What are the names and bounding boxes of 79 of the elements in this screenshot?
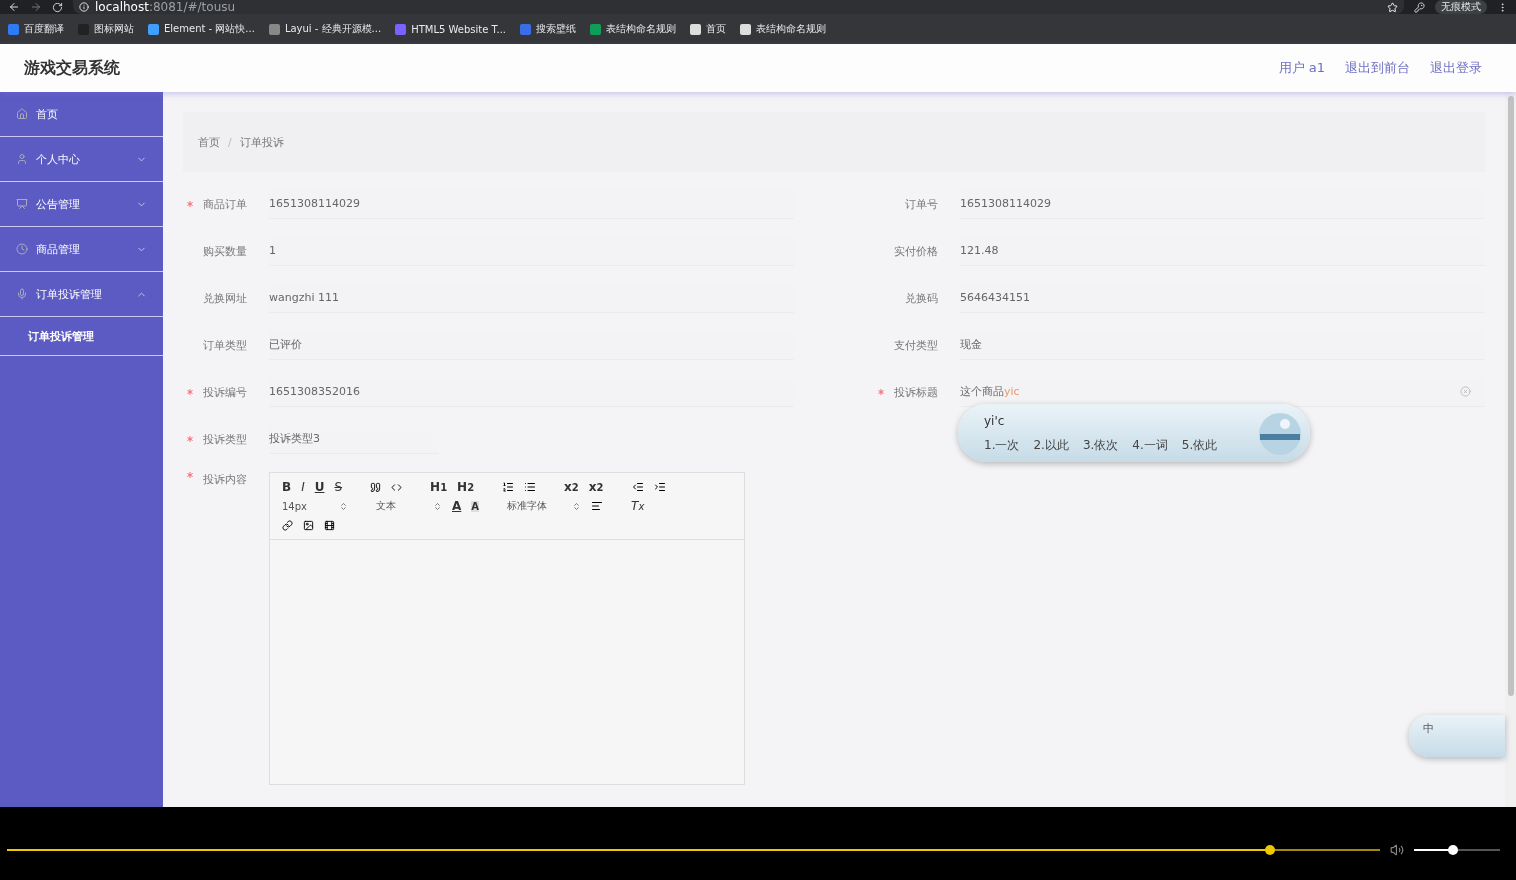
updown-icon xyxy=(433,501,442,511)
header-select[interactable]: 文本 xyxy=(376,499,442,513)
outdent-icon[interactable] xyxy=(631,481,644,493)
sidebar-subitem[interactable]: 订单投诉管理 xyxy=(0,317,163,356)
volume-icon[interactable] xyxy=(1390,843,1404,857)
field-label: 兑换码 xyxy=(904,290,938,306)
bookmark[interactable]: 搜索壁纸 xyxy=(520,22,577,36)
format-button[interactable]: U xyxy=(314,480,325,494)
sidebar-item[interactable]: 个人中心 xyxy=(0,137,163,182)
bullet-list-icon[interactable] xyxy=(524,481,537,493)
sidebar-item[interactable]: 订单投诉管理 xyxy=(0,272,163,317)
sidebar-item[interactable]: 商品管理 xyxy=(0,227,163,272)
updown-icon xyxy=(339,501,348,511)
bookmark[interactable]: 表结构命名规则 xyxy=(590,22,677,36)
scrollbar-thumb[interactable] xyxy=(1507,96,1514,696)
size-select[interactable]: 14px xyxy=(282,500,348,512)
bookmark[interactable]: Layui - 经典开源模... xyxy=(268,22,382,36)
indent-icon[interactable] xyxy=(653,481,666,493)
breadcrumb-separator: / xyxy=(228,135,232,149)
header-link[interactable]: 退出登录 xyxy=(1430,59,1482,77)
field-label: 投诉内容 xyxy=(202,472,247,487)
bookmark[interactable]: 首页 xyxy=(690,22,727,36)
field-label: 投诉编号 xyxy=(202,384,247,400)
format-button[interactable]: S xyxy=(334,480,343,494)
header-link[interactable]: 退出到前台 xyxy=(1345,59,1410,77)
field-label: 实付价格 xyxy=(893,243,938,259)
bookmark[interactable]: 图标网站 xyxy=(78,22,134,36)
url-text: localhost:8081/#/tousu xyxy=(95,0,236,14)
field-label: 兑换网址 xyxy=(202,290,247,306)
bookmark[interactable]: 表结构命名规则 xyxy=(740,22,827,36)
ime-candidate[interactable]: 2.以此 xyxy=(1033,437,1069,454)
star-icon[interactable] xyxy=(1387,1,1398,13)
font-select[interactable]: 标准字体 xyxy=(507,499,582,513)
updown-icon xyxy=(572,501,582,511)
code-icon[interactable] xyxy=(391,481,403,493)
header-link[interactable]: 用户 a1 xyxy=(1278,59,1325,77)
link-icon[interactable] xyxy=(282,519,293,531)
field-label: 投诉标题 xyxy=(893,384,938,400)
image-icon[interactable] xyxy=(303,519,314,531)
board-icon xyxy=(16,198,28,210)
ime-candidate[interactable]: 1.一次 xyxy=(984,437,1020,454)
quote-icon[interactable] xyxy=(370,481,382,493)
align-icon[interactable] xyxy=(591,500,604,512)
reload-icon[interactable] xyxy=(52,1,63,13)
ime-status-bar[interactable]: 中 xyxy=(1409,715,1505,757)
ime-composition: yi'c xyxy=(984,414,1005,428)
bookmark[interactable]: 百度翻译 xyxy=(8,22,64,36)
app-title: 游戏交易系统 xyxy=(24,57,120,79)
home-icon xyxy=(16,108,28,120)
format-button[interactable]: B xyxy=(282,480,292,494)
format-button[interactable]: I xyxy=(301,480,305,494)
sidebar-item[interactable]: 首页 xyxy=(0,92,163,137)
info-icon xyxy=(79,2,89,12)
back-icon[interactable] xyxy=(8,1,20,13)
clock-icon xyxy=(16,243,28,255)
user-icon xyxy=(16,153,28,165)
incognito-badge[interactable]: 无痕模式 xyxy=(1435,0,1487,14)
key-icon xyxy=(1414,1,1425,13)
sidebar-item[interactable]: 公告管理 xyxy=(0,182,163,227)
bookmark[interactable]: HTML5 Website T... xyxy=(395,23,507,35)
field-label: 商品订单 xyxy=(202,196,247,212)
breadcrumb-link[interactable]: 首页 xyxy=(198,134,220,150)
field-label: 投诉类型 xyxy=(202,431,247,447)
video-icon[interactable] xyxy=(324,519,335,531)
address-bar[interactable]: localhost:8081/#/tousu xyxy=(73,0,1404,14)
ime-logo-icon xyxy=(1258,412,1302,456)
field-label: 订单号 xyxy=(904,196,938,212)
ordered-list-icon[interactable] xyxy=(502,481,515,493)
font-color-button[interactable]: A xyxy=(452,499,462,513)
ime-candidate[interactable]: 5.依此 xyxy=(1181,437,1218,454)
field-label: 购买数量 xyxy=(202,243,247,259)
field-label: 订单类型 xyxy=(202,337,247,353)
ime-candidate[interactable]: 3.依次 xyxy=(1082,437,1119,454)
ime-candidate[interactable]: 4.一词 xyxy=(1132,437,1168,454)
field-label: 支付类型 xyxy=(893,337,938,353)
background-color-button[interactable]: A xyxy=(471,500,480,512)
breadcrumb-link[interactable]: 订单投诉 xyxy=(239,134,284,150)
microphone-icon xyxy=(16,288,28,300)
bookmark[interactable]: Element - 网站快... xyxy=(148,22,255,36)
